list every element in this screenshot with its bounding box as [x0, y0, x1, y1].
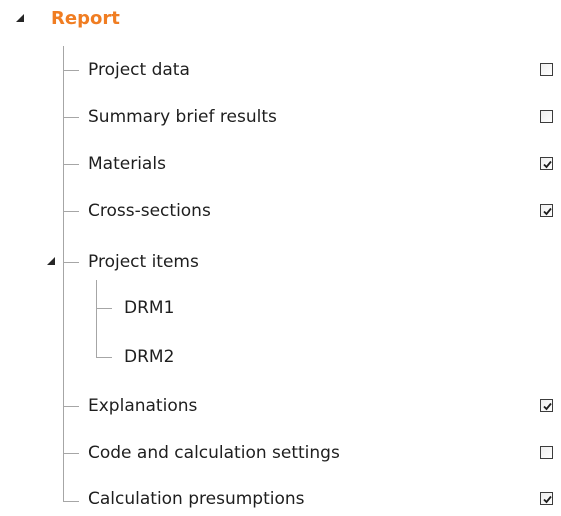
tree-item-summary-brief-results[interactable]: Summary brief results — [88, 106, 277, 128]
tree-item-materials[interactable]: Materials — [88, 153, 166, 175]
tree-item-code-and-calculation-settings[interactable]: Code and calculation settings — [88, 442, 340, 464]
tree-connector-branch — [63, 164, 79, 165]
tree-connector-main — [63, 46, 64, 502]
tree-root-label[interactable]: Report — [51, 8, 120, 30]
tree-connector-sub — [96, 280, 97, 358]
checkbox-explanations[interactable] — [540, 399, 553, 412]
tree-connector-branch — [63, 406, 79, 407]
tree-connector-branch — [63, 262, 79, 263]
tree-item-explanations[interactable]: Explanations — [88, 395, 197, 417]
checkbox-summary-brief-results[interactable] — [540, 110, 553, 123]
tree-item-drm2[interactable]: DRM2 — [124, 346, 174, 368]
tree-item-calculation-presumptions[interactable]: Calculation presumptions — [88, 488, 305, 510]
tree-connector-branch — [63, 453, 79, 454]
tree-connector-branch — [63, 70, 79, 71]
tree-item-project-items[interactable]: Project items — [88, 251, 199, 273]
checkbox-materials[interactable] — [540, 157, 553, 170]
checkbox-project-data[interactable] — [540, 63, 553, 76]
expanded-triangle-icon[interactable] — [15, 13, 25, 23]
tree-connector-branch — [63, 211, 79, 212]
checkbox-cross-sections[interactable] — [540, 204, 553, 217]
tree-item-drm1[interactable]: DRM1 — [124, 297, 174, 319]
tree-connector-branch — [63, 501, 79, 502]
tree-item-cross-sections[interactable]: Cross-sections — [88, 200, 211, 222]
checkbox-calculation-presumptions[interactable] — [540, 492, 553, 505]
tree-connector-branch — [63, 117, 79, 118]
tree-item-project-data[interactable]: Project data — [88, 59, 190, 81]
expanded-triangle-icon[interactable] — [46, 256, 56, 266]
report-tree: Report Project data Summary brief result… — [0, 0, 561, 516]
tree-connector-branch — [96, 308, 112, 309]
checkbox-code-and-calculation-settings[interactable] — [540, 446, 553, 459]
tree-connector-branch — [96, 357, 112, 358]
